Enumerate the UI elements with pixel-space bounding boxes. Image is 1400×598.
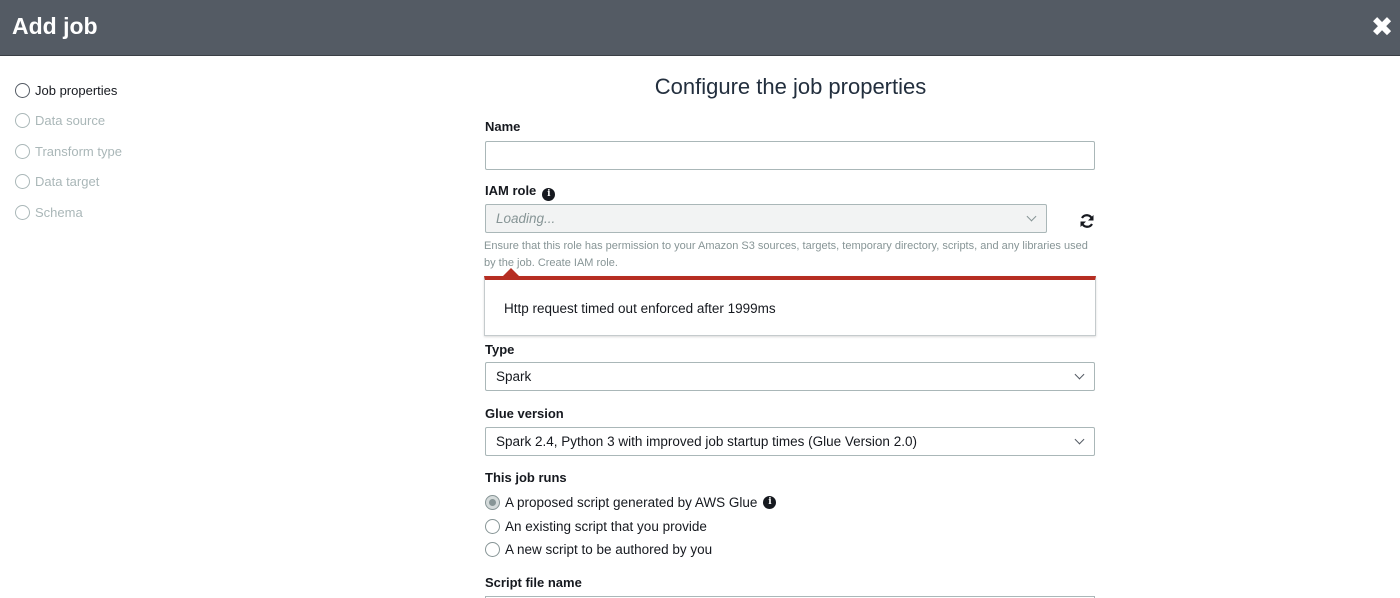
glue-version-label: Glue version	[485, 406, 564, 421]
modal-title: Add job	[12, 13, 98, 39]
radio-label: A proposed script generated by AWS Glue	[505, 494, 758, 510]
type-label: Type	[485, 342, 515, 357]
radio-button-checked[interactable]	[485, 494, 500, 510]
refresh-icon[interactable]	[1078, 212, 1096, 230]
info-icon[interactable]: i	[763, 495, 777, 509]
radio-button[interactable]	[485, 541, 500, 557]
script-file-name-label: Script file name	[485, 575, 582, 590]
modal-header: Add job ✖	[0, 0, 1400, 56]
close-icon[interactable]: ✖	[1368, 10, 1396, 44]
step-label: Data source	[35, 112, 106, 128]
error-alert: Http request timed out enforced after 19…	[484, 276, 1096, 336]
iam-role-label: IAM role i	[485, 183, 556, 201]
info-icon[interactable]: i	[542, 188, 556, 201]
radio-label: An existing script that you provide	[505, 518, 707, 534]
job-runs-label: This job runs	[485, 470, 567, 485]
step-circle-icon	[15, 204, 30, 220]
step-schema: Schema	[15, 202, 83, 222]
glue-version-selected-value: Spark 2.4, Python 3 with improved job st…	[496, 434, 917, 449]
step-circle-icon	[15, 82, 30, 98]
name-label: Name	[485, 119, 521, 134]
step-transform-type: Transform type	[15, 141, 122, 161]
chevron-down-icon	[1026, 211, 1037, 222]
wizard-steps-sidebar: Job properties Data source Transform typ…	[0, 56, 178, 598]
step-circle-icon	[15, 143, 30, 159]
step-label: Schema	[35, 204, 83, 220]
step-job-properties[interactable]: Job properties	[15, 80, 117, 100]
form-panel: Configure the job properties Name IAM ro…	[178, 56, 1400, 598]
glue-version-select[interactable]: Spark 2.4, Python 3 with improved job st…	[485, 427, 1095, 456]
iam-role-label-text: IAM role	[485, 183, 537, 198]
iam-role-hint: Ensure that this role has permission to …	[484, 240, 1088, 269]
radio-label: A new script to be authored by you	[505, 541, 713, 557]
chevron-down-icon	[1074, 369, 1085, 380]
step-label: Job properties	[35, 82, 118, 98]
type-selected-value: Spark	[496, 369, 532, 384]
step-data-target: Data target	[15, 171, 99, 191]
error-message: Http request timed out enforced after 19…	[504, 301, 776, 316]
step-data-source: Data source	[15, 110, 105, 130]
step-label: Transform type	[35, 143, 122, 159]
step-circle-icon	[15, 173, 30, 189]
error-pointer	[503, 268, 519, 276]
radio-proposed-script[interactable]: A proposed script generated by AWS Glue …	[485, 493, 777, 511]
page-title: Configure the job properties	[654, 74, 927, 99]
type-select[interactable]: Spark	[485, 362, 1095, 391]
radio-existing-script[interactable]: An existing script that you provide	[485, 517, 707, 535]
chevron-down-icon	[1074, 434, 1085, 445]
iam-role-selected-value: Loading...	[496, 211, 556, 226]
step-circle-icon	[15, 112, 30, 128]
radio-button[interactable]	[485, 518, 500, 534]
step-label: Data target	[35, 173, 100, 189]
radio-new-script[interactable]: A new script to be authored by you	[485, 540, 712, 558]
iam-role-select[interactable]: Loading...	[485, 204, 1047, 233]
name-input[interactable]	[485, 141, 1095, 170]
